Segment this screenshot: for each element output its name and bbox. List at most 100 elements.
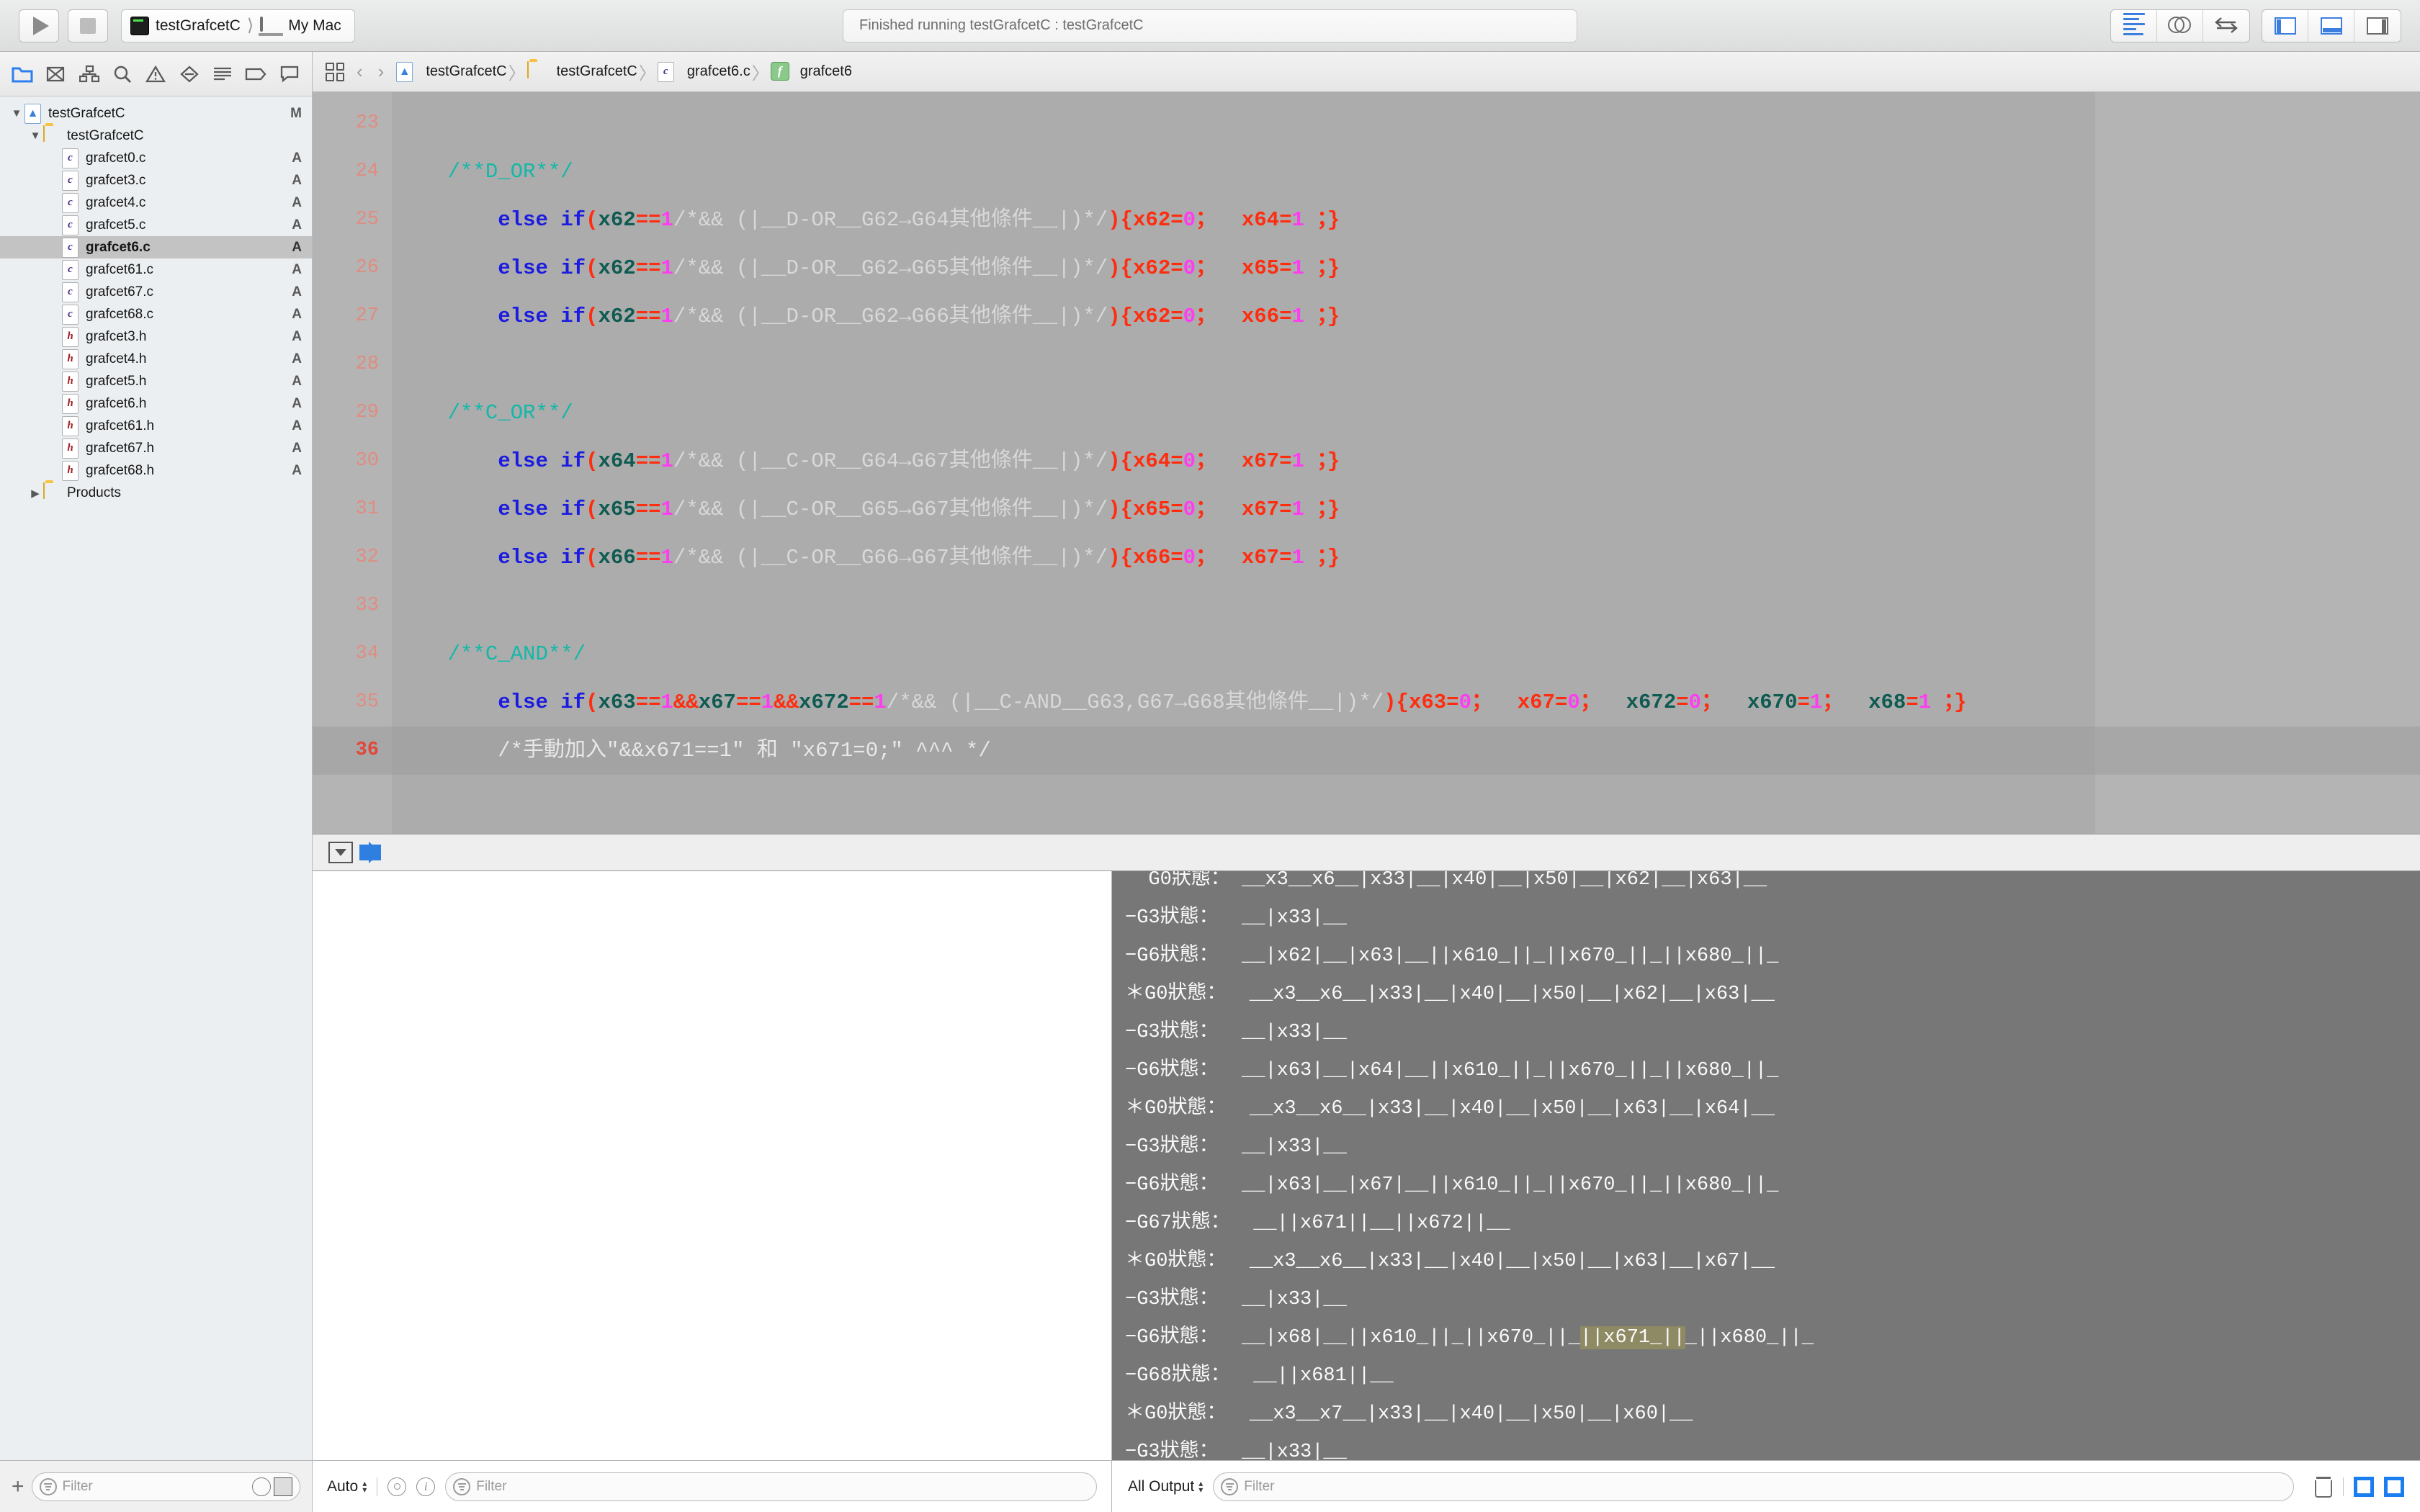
code-line[interactable]: 33 xyxy=(313,582,2420,630)
console-filter-field[interactable]: Filter xyxy=(1213,1472,2294,1501)
recent-files-icon[interactable] xyxy=(252,1477,271,1496)
file-tree-row[interactable]: h grafcet6.h A xyxy=(0,392,312,415)
debug-navigator-icon[interactable] xyxy=(210,62,235,86)
file-tree-row[interactable]: h grafcet61.h A xyxy=(0,415,312,437)
test-navigator-icon[interactable] xyxy=(177,62,202,86)
breadcrumb-item[interactable]: f grafcet6 xyxy=(770,61,852,82)
file-tree-row[interactable]: ▼ ▲ testGrafcetC M xyxy=(0,102,312,125)
toggle-utilities-button[interactable] xyxy=(2354,10,2401,42)
scm-status-badge: A xyxy=(292,239,302,255)
panel-toggle-segmented xyxy=(2262,9,2401,42)
file-tree-row[interactable]: ▼ testGrafcetC xyxy=(0,125,312,147)
scm-status-badge: A xyxy=(292,194,302,210)
code-line[interactable]: 25 else if(x62==1/*&& (|__D-OR__G62→G64其… xyxy=(313,196,2420,244)
file-name: grafcet6.c xyxy=(86,239,151,255)
console-scope-selector[interactable]: All Output ▴ ▾ xyxy=(1128,1478,1203,1495)
breadcrumb-item[interactable]: testGrafcetC xyxy=(526,60,637,82)
report-navigator-icon[interactable] xyxy=(277,62,302,86)
breadcrumb-item[interactable]: c grafcet6.c xyxy=(657,61,750,82)
project-navigator-icon[interactable] xyxy=(10,62,35,86)
file-tree-row[interactable]: h grafcet68.h A xyxy=(0,459,312,482)
code-line[interactable]: 29 /**C_OR**/ xyxy=(313,389,2420,437)
navigator-tab-bar xyxy=(0,52,312,96)
disclosure-triangle-icon[interactable]: ▼ xyxy=(9,107,24,120)
disclosure-triangle-icon[interactable]: ▼ xyxy=(27,130,43,142)
scheme-selector[interactable]: testGrafcetC ⟩ My Mac xyxy=(121,9,355,42)
related-items-icon[interactable] xyxy=(326,62,344,81)
add-file-button[interactable]: + xyxy=(12,1475,24,1498)
code-line[interactable]: 31 else if(x65==1/*&& (|__C-OR__G65→G67其… xyxy=(313,485,2420,534)
code-line[interactable]: 35 else if(x63==1&&x67==1&&x672==1/*&& (… xyxy=(313,678,2420,726)
symbol-navigator-icon[interactable] xyxy=(43,62,68,86)
forward-button[interactable]: › xyxy=(375,60,387,83)
disclosure-triangle-icon[interactable]: ▶ xyxy=(27,487,43,500)
code-line[interactable]: 34 /**C_AND**/ xyxy=(313,630,2420,678)
collapse-icon[interactable] xyxy=(328,842,353,863)
code-line[interactable]: 26 else if(x62==1/*&& (|__D-OR__G62→G65其… xyxy=(313,244,2420,292)
file-tree-row[interactable]: c grafcet4.c A xyxy=(0,192,312,214)
line-number: 34 xyxy=(355,643,379,665)
file-tree-row[interactable]: c grafcet67.c A xyxy=(0,281,312,303)
code-line[interactable]: 24 /**D_OR**/ xyxy=(313,148,2420,196)
file-tree-row[interactable]: h grafcet3.h A xyxy=(0,325,312,348)
editor-mode-segmented xyxy=(2110,9,2250,42)
clear-console-icon[interactable] xyxy=(2314,1476,2333,1498)
code-editor[interactable]: 23 24 /**D_OR**/25 else if(x62==1/*&& (|_… xyxy=(313,92,2420,834)
stop-button[interactable] xyxy=(68,9,108,42)
code-text: else if(x62==1/*&& (|__D-OR__G62→G65其他條件… xyxy=(498,256,1340,280)
toggle-debug-area-button[interactable] xyxy=(2308,9,2354,42)
file-tree-row[interactable]: c grafcet3.c A xyxy=(0,169,312,192)
breakpoint-flag-icon[interactable] xyxy=(359,842,381,863)
toggle-navigator-button[interactable] xyxy=(2262,9,2308,42)
issue-navigator-icon[interactable] xyxy=(143,62,168,86)
search-navigator-icon[interactable] xyxy=(110,62,135,86)
standard-editor-button[interactable] xyxy=(2111,9,2157,42)
file-tree-row[interactable]: c grafcet0.c A xyxy=(0,147,312,169)
file-tree-row[interactable]: ▶ Products xyxy=(0,482,312,504)
file-name: grafcet5.c xyxy=(86,217,146,233)
c-file-icon: c xyxy=(62,170,79,191)
code-line[interactable]: 27 else if(x62==1/*&& (|__D-OR__G62→G66其… xyxy=(313,292,2420,341)
code-line[interactable]: 28 xyxy=(313,341,2420,389)
h-file-icon: h xyxy=(62,393,79,414)
file-tree-row[interactable]: c grafcet61.c A xyxy=(0,258,312,281)
variables-filter-field[interactable]: Filter xyxy=(445,1472,1097,1501)
breadcrumb: ‹ › ▲ testGrafcetC 〉 testGrafcetC 〉 c grafcet6… xyxy=(313,52,2420,92)
assistant-editor-button[interactable] xyxy=(2157,9,2203,42)
code-line[interactable]: 30 else if(x64==1/*&& (|__C-OR__G64→G67其… xyxy=(313,437,2420,485)
navigator-filter-field[interactable]: Filter xyxy=(31,1472,300,1501)
version-editor-button[interactable] xyxy=(2203,10,2249,42)
variables-view[interactable] xyxy=(313,871,1112,1460)
run-button[interactable] xyxy=(19,9,59,42)
code-line[interactable]: 36 /*手動加入"&&x671==1" 和 "x671=0;" ^^^ */ xyxy=(313,726,2420,775)
code-line[interactable]: 32 else if(x66==1/*&& (|__C-OR__G66→G67其… xyxy=(313,534,2420,582)
source-control-filter-icon[interactable] xyxy=(274,1477,292,1496)
file-tree-row[interactable]: c grafcet68.c A xyxy=(0,303,312,325)
find-navigator-icon[interactable] xyxy=(77,62,102,86)
file-tree-row[interactable]: h grafcet4.h A xyxy=(0,348,312,370)
breadcrumb-item[interactable]: ▲ testGrafcetC xyxy=(396,61,507,82)
breakpoint-navigator-icon[interactable] xyxy=(243,62,268,86)
back-button[interactable]: ‹ xyxy=(354,60,366,83)
file-name: grafcet4.c xyxy=(86,194,146,210)
breadcrumb-label: grafcet6.c xyxy=(686,63,750,79)
file-tree-row[interactable]: h grafcet5.h A xyxy=(0,370,312,392)
scm-status-badge: A xyxy=(292,462,302,478)
file-tree-row[interactable]: c grafcet6.c A xyxy=(0,236,312,258)
show-console-icon[interactable] xyxy=(2384,1476,2404,1497)
navigator-panel: ▼ ▲ testGrafcetC M ▼ testGrafcetC c grafcet0.c A… xyxy=(0,52,313,1460)
line-number: 29 xyxy=(355,402,379,423)
info-icon[interactable]: i xyxy=(416,1477,436,1496)
file-tree-row[interactable]: h grafcet67.h A xyxy=(0,437,312,459)
show-variables-view-icon[interactable] xyxy=(2354,1476,2374,1497)
variables-footer: Auto ▴ ▾ i Filter xyxy=(313,1461,1112,1512)
watch-icon[interactable] xyxy=(387,1477,407,1496)
scm-status-badge: A xyxy=(292,440,302,456)
console-output[interactable]: G0狀態： __x3__x6__|x33|__|x40|__|x50|__|x6… xyxy=(1112,871,2420,1460)
breadcrumb-separator: 〉 xyxy=(638,64,656,84)
variables-scope-selector[interactable]: Auto ▴ ▾ xyxy=(327,1478,367,1495)
code-line[interactable]: 23 xyxy=(313,99,2420,148)
project-file-tree[interactable]: ▼ ▲ testGrafcetC M ▼ testGrafcetC c grafcet0.c A… xyxy=(0,96,312,1460)
file-tree-row[interactable]: c grafcet5.c A xyxy=(0,214,312,236)
console-line: −G3狀態： __|x33|__ xyxy=(1125,1289,1347,1310)
